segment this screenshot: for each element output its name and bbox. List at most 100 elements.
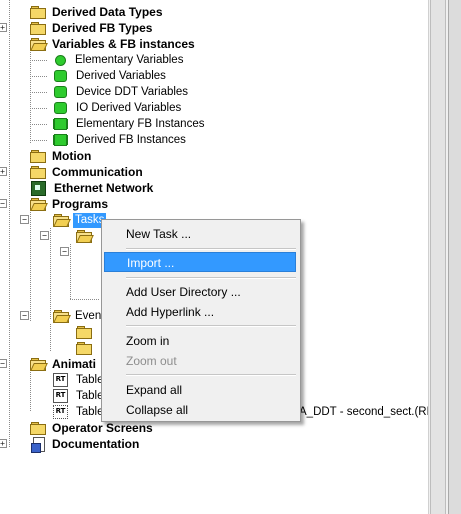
folder-open-icon: [30, 358, 48, 371]
tree-item-device-ddt-variables[interactable]: Device DDT Variables: [52, 84, 190, 100]
tree-item-label: Communication: [52, 164, 143, 179]
tree-hline: [70, 299, 100, 300]
folder-icon: [30, 166, 46, 179]
tree-line-section: [70, 244, 71, 299]
menu-item-add-user-directory[interactable]: Add User Directory ...: [104, 282, 296, 302]
menu-item-collapse-all[interactable]: Collapse all: [104, 400, 296, 420]
tree-hline: [30, 124, 48, 125]
folder-icon: [30, 150, 46, 163]
tree-item-label: Operator Screens: [52, 420, 153, 435]
folder-open-icon: [53, 310, 71, 323]
ethernet-network-icon: [31, 180, 46, 196]
derived-variable-icon: [54, 70, 67, 82]
expand-icon[interactable]: +: [0, 23, 7, 32]
tree-line-tasks: [50, 228, 51, 320]
tree-item-derived-variables[interactable]: Derived Variables: [52, 68, 168, 84]
tree-item-events-child[interactable]: [76, 324, 96, 340]
menu-item-expand-all[interactable]: Expand all: [104, 380, 296, 400]
menu-item-zoom-out: Zoom out: [126, 354, 177, 368]
elementary-variable-icon: [55, 54, 66, 66]
tree-item-label: Elementary FB Instances: [76, 117, 205, 130]
vertical-scrollbar-thumb[interactable]: [430, 0, 446, 514]
collapse-icon[interactable]: −: [60, 247, 69, 256]
tree-item-events-child[interactable]: [76, 340, 96, 356]
tree-item-documentation[interactable]: Documentation: [31, 436, 141, 453]
tree-item-label: Motion: [52, 148, 92, 163]
menu-separator: [126, 374, 296, 376]
menu-separator: [126, 248, 296, 250]
tree-item-derived-data-types[interactable]: Derived Data Types: [30, 4, 165, 20]
folder-open-icon: [30, 38, 48, 51]
tree-item-label: Documentation: [52, 436, 140, 451]
device-ddt-icon: [54, 86, 67, 98]
menu-item-import[interactable]: Import ...: [104, 252, 296, 272]
fb-instance-icon: [54, 134, 67, 146]
animation-table-icon: RT: [53, 405, 68, 419]
tree-item-variables-fb-instances[interactable]: Variables & FB instances: [30, 36, 197, 52]
menu-item-zoom-in[interactable]: Zoom in: [104, 331, 296, 351]
tree-item-communication[interactable]: Communication: [30, 164, 145, 180]
tree-item-operator-screens[interactable]: Operator Screens: [30, 420, 155, 436]
tree-item-label: Derived FB Types: [52, 20, 153, 35]
tree-item-label: Derived Variables: [76, 69, 166, 82]
folder-icon: [30, 6, 46, 19]
menu-item-new-task[interactable]: New Task ...: [104, 224, 296, 244]
expand-icon[interactable]: +: [0, 439, 7, 448]
menu-separator: [126, 277, 296, 279]
collapse-icon[interactable]: −: [0, 199, 7, 208]
tree-item-elementary-fb-instances[interactable]: Elementary FB Instances: [52, 116, 206, 132]
fb-instance-icon: [54, 118, 67, 130]
tree-item-events[interactable]: Even: [53, 308, 103, 324]
tree-item-ethernet-network[interactable]: Ethernet Network: [31, 180, 155, 196]
tree-item-derived-fb-types[interactable]: Derived FB Types: [30, 20, 154, 36]
tree-item-mast[interactable]: [76, 228, 96, 244]
tree-hline: [30, 92, 48, 93]
tree-line-animation: [30, 372, 31, 412]
collapse-icon[interactable]: −: [20, 311, 29, 320]
tree-item-animation-tables[interactable]: Animati: [30, 356, 98, 372]
folder-open-icon: [76, 230, 94, 243]
collapse-icon[interactable]: −: [40, 231, 49, 240]
animation-table-icon: RT: [53, 373, 68, 387]
tree-hline: [30, 108, 48, 109]
folder-open-icon: [53, 214, 71, 227]
tree-item-label: Animati: [52, 356, 97, 371]
folder-icon: [30, 422, 46, 435]
tree-item-table[interactable]: RT Table: [53, 372, 106, 388]
folder-icon: [30, 22, 46, 35]
collapse-icon[interactable]: −: [0, 359, 7, 368]
tree-item-label: Derived Data Types: [52, 4, 163, 19]
animation-table-icon: RT: [53, 389, 68, 403]
menu-separator: [126, 325, 296, 327]
table-item-trailing-text: A_DDT - second_sect.(REA: [299, 406, 442, 418]
tree-hline: [30, 140, 48, 141]
tree-item-label: Elementary Variables: [75, 53, 184, 66]
tree-item-label: Derived FB Instances: [76, 133, 186, 146]
documentation-icon: [31, 437, 45, 453]
tree-hline: [30, 76, 48, 77]
tree-line-root: [9, 0, 10, 448]
collapse-icon[interactable]: −: [20, 215, 29, 224]
tree-item-label: Variables & FB instances: [52, 36, 195, 51]
menu-item-add-hyperlink[interactable]: Add Hyperlink ...: [104, 302, 296, 322]
tree-item-label: Even: [75, 309, 102, 322]
tree-item-motion[interactable]: Motion: [30, 148, 93, 164]
tree-line-events: [50, 324, 51, 352]
tree-item-programs[interactable]: Programs: [30, 196, 110, 212]
expand-icon[interactable]: +: [0, 167, 7, 176]
folder-icon: [76, 342, 92, 355]
tree-item-io-derived-variables[interactable]: IO Derived Variables: [52, 100, 183, 116]
tree-item-elementary-variables[interactable]: Elementary Variables: [52, 52, 185, 68]
folder-icon: [76, 326, 92, 339]
tree-item-table[interactable]: RT Table: [53, 404, 106, 420]
tree-item-derived-fb-instances[interactable]: Derived FB Instances: [52, 132, 188, 148]
tree-item-label: Ethernet Network: [54, 180, 154, 195]
io-derived-variable-icon: [54, 102, 67, 114]
tree-item-label: Programs: [52, 196, 109, 211]
tree-item-label: Device DDT Variables: [76, 85, 189, 98]
tree-item-table[interactable]: RT Table: [53, 388, 106, 404]
tree-line-variables: [30, 52, 31, 144]
window-edge: [448, 0, 461, 514]
context-menu: New Task ... Import ... Add User Directo…: [101, 219, 301, 422]
tree-item-tasks[interactable]: Tasks: [53, 212, 107, 228]
